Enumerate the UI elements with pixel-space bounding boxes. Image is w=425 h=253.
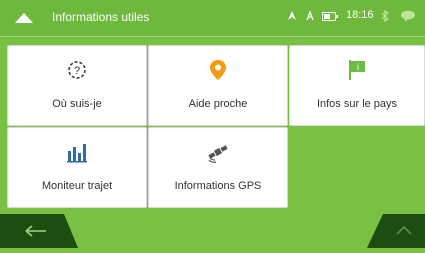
tile-label: Où suis-je: [52, 98, 102, 110]
tile-gps-info[interactable]: Informations GPS: [148, 127, 288, 208]
menu-up-button[interactable]: [10, 8, 38, 28]
time-label: 18:16: [346, 9, 374, 21]
chat-icon: [400, 10, 416, 22]
tile-where-am-i[interactable]: ? Où suis-je: [7, 45, 147, 126]
flag-info-icon: i: [290, 58, 424, 82]
page-title: Informations utiles: [52, 10, 150, 24]
menu-up-icon: [15, 13, 33, 23]
top-bar: Informations utiles 18:16: [0, 0, 425, 37]
navigation-icon: [286, 10, 298, 22]
tile-label: Moniteur trajet: [41, 180, 113, 192]
back-button[interactable]: [0, 214, 78, 248]
question-location-icon: ?: [8, 58, 146, 82]
battery-icon: [322, 12, 338, 21]
back-arrow-icon: [25, 225, 46, 237]
help-wrench-icon: [149, 58, 287, 82]
bluetooth-icon: [380, 10, 390, 22]
tile-label: Aide proche: [188, 98, 248, 110]
tile-help-nearby[interactable]: Aide proche: [148, 45, 288, 126]
tile-label: Informations GPS: [174, 180, 262, 192]
chevron-up-icon: [396, 225, 412, 235]
satellite-dish-icon: [149, 140, 287, 164]
tile-country-info[interactable]: i Infos sur le pays: [289, 45, 425, 126]
svg-text:i: i: [357, 62, 359, 72]
tile-trip-monitor[interactable]: Moniteur trajet: [7, 127, 147, 208]
svg-text:?: ?: [74, 65, 80, 77]
tile-label: Infos sur le pays: [316, 98, 398, 110]
satellite-icon: [304, 10, 316, 22]
scroll-up-button[interactable]: [367, 214, 425, 248]
bar-chart-icon: [8, 140, 146, 164]
